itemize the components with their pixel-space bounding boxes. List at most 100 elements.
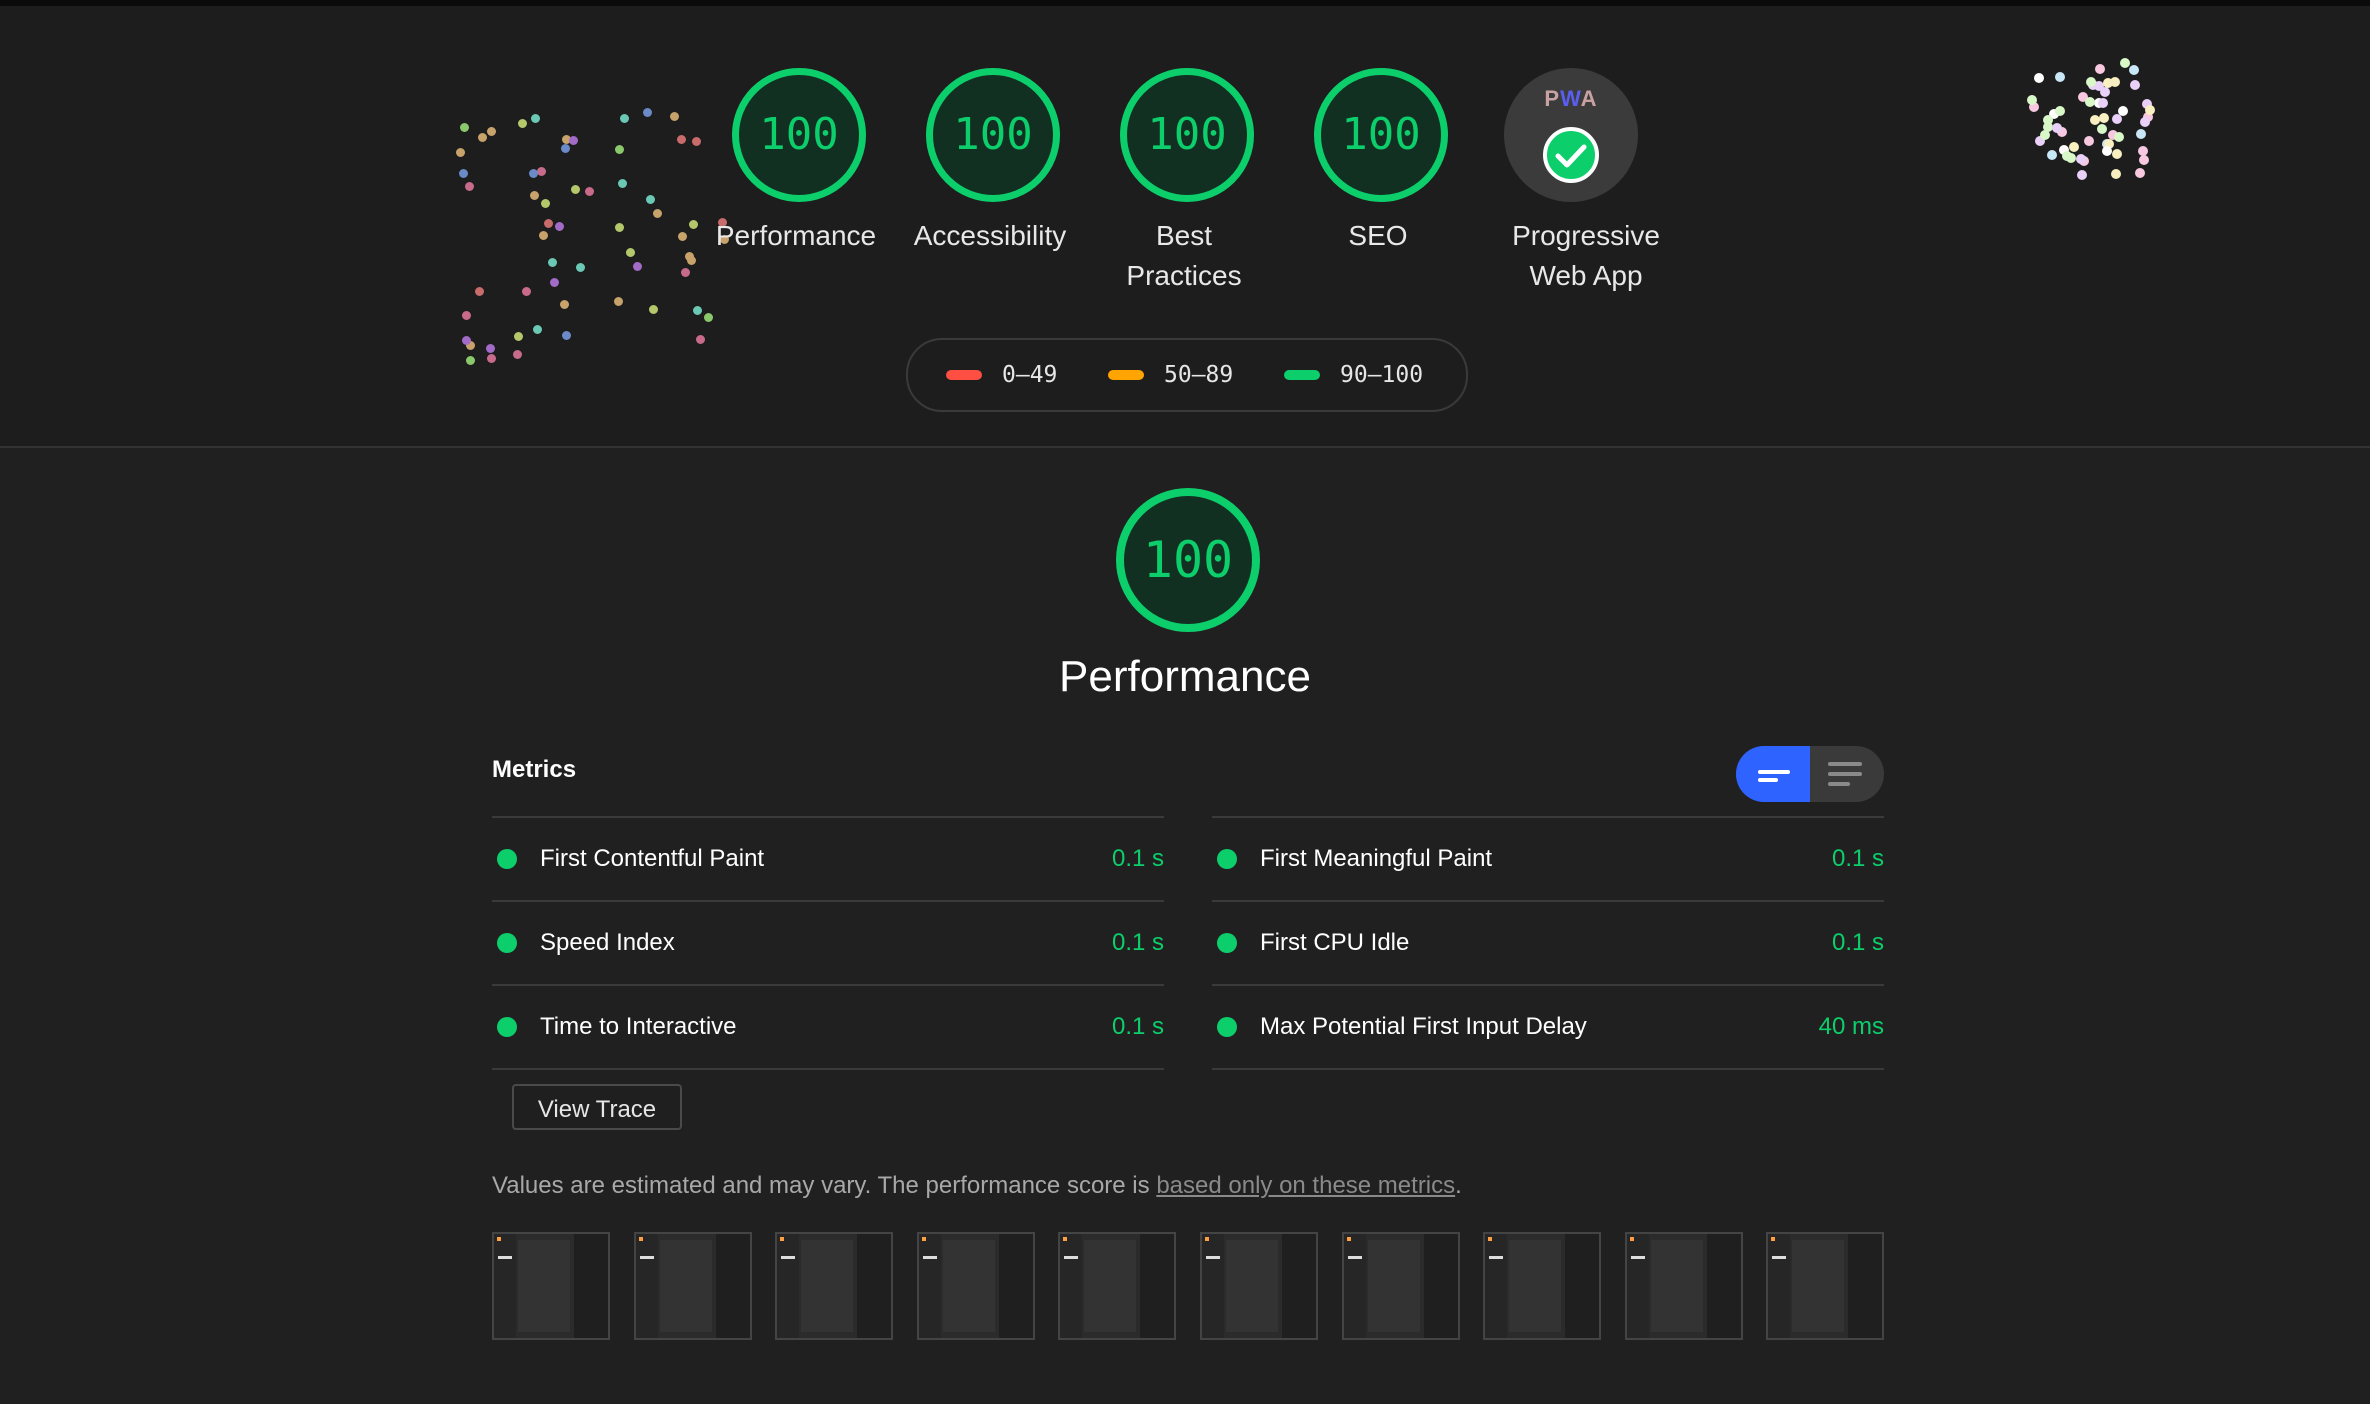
metric-value: 0.1 s (1831, 929, 1884, 956)
confetti-dot (2117, 106, 2128, 117)
score-ring: 100 (1120, 68, 1254, 202)
confetti-dot (2039, 130, 2050, 141)
confetti-dot (2077, 169, 2088, 180)
metric-name: Max Potential First Input Delay (1260, 1013, 1587, 1040)
metric-row: Max Potential First Input Delay 40 ms (1212, 984, 1884, 1070)
confetti-dot (2128, 65, 2139, 76)
confetti-dot (513, 331, 523, 341)
confetti-dot (2144, 104, 2155, 115)
confetti-dot (560, 299, 570, 309)
confetti-dot (584, 186, 594, 196)
metric-value: 0.1 s (1111, 1013, 1164, 1040)
pwa-logo: PWA (1544, 86, 1598, 111)
gauge-label: Best Practices (1126, 220, 1242, 291)
legend-label: 0–49 (1002, 362, 1058, 388)
confetti-dot (2055, 72, 2066, 83)
confetti-dot (646, 194, 656, 204)
confetti-dot (569, 136, 578, 146)
metric-value: 0.1 s (1831, 845, 1884, 872)
confetti-dot (619, 114, 629, 124)
confetti-dot (703, 312, 713, 322)
metrics-disclaimer: Values are estimated and may vary. The p… (492, 1172, 1462, 1200)
metric-name: First CPU Idle (1260, 929, 1410, 956)
filmstrip-frame (775, 1232, 894, 1340)
performance-score-value: 100 (1142, 531, 1234, 589)
confetti-dot (532, 324, 542, 334)
score-ring: 100 (926, 68, 1060, 202)
confetti-dot (455, 148, 465, 158)
legend-swatch (1108, 370, 1144, 380)
pass-indicator-icon (1217, 933, 1237, 953)
metric-value: 0.1 s (1111, 929, 1164, 956)
confetti-dot (614, 145, 624, 155)
confetti-dot (459, 122, 469, 132)
score-ring: 100 (732, 68, 866, 202)
confetti-dot (529, 191, 539, 201)
condensed-view-button[interactable] (1736, 746, 1810, 802)
confetti-decoration-right (2025, 50, 2165, 180)
gauge-label: Performance (715, 220, 877, 251)
filmstrip-frame (1341, 1232, 1460, 1340)
confetti-dot (2139, 155, 2150, 166)
confetti-dot (2090, 114, 2101, 125)
confetti-dot (2136, 128, 2147, 139)
gauge-label: Accessibility (913, 220, 1067, 251)
confetti-dot (2099, 112, 2110, 123)
confetti-dot (513, 350, 523, 360)
metric-name: Speed Index (540, 929, 675, 956)
confetti-dot (669, 111, 679, 121)
confetti-dot (2111, 168, 2121, 179)
legend-label: 90–100 (1340, 362, 1424, 388)
legend-swatch (1284, 370, 1320, 380)
filmstrip-frame (1483, 1232, 1602, 1340)
confetti-dot (486, 343, 496, 353)
confetti-dot (517, 118, 527, 128)
confetti-dot (478, 133, 488, 143)
performance-title: Performance (1059, 652, 1311, 701)
pass-indicator-icon (497, 933, 517, 953)
confetti-dot (618, 178, 628, 188)
confetti-dot (625, 247, 635, 257)
confetti-dot (2042, 115, 2053, 126)
confetti-dot (464, 181, 474, 191)
confetti-dot (548, 258, 558, 268)
confetti-dot (487, 126, 497, 136)
metric-value: 40 ms (1818, 1013, 1884, 1040)
pwa-badge: PWA (1504, 68, 1638, 202)
gauge-label: SEO (1348, 220, 1408, 251)
pass-indicator-icon (1217, 849, 1237, 869)
confetti-dot (465, 356, 475, 366)
confetti-dot (692, 137, 702, 147)
filmstrip-frame (1624, 1232, 1743, 1340)
confetti-dot (2097, 98, 2108, 109)
metric-name: First Contentful Paint (540, 845, 765, 872)
performance-score-gauge: 100 (1116, 488, 1260, 632)
metrics-view-toggle[interactable] (1736, 746, 1884, 802)
metric-row: First Meaningful Paint 0.1 s (1212, 816, 1884, 900)
confetti-dot (653, 208, 663, 218)
filmstrip-frame (916, 1232, 1035, 1340)
confetti-dot (521, 286, 531, 296)
filmstrip-frame (1766, 1232, 1885, 1340)
confetti-dot (536, 167, 546, 177)
confetti-dot (555, 221, 565, 231)
confetti-dot (2100, 87, 2111, 98)
metrics-column-right: First Meaningful Paint 0.1 s First CPU I… (1212, 816, 1884, 1070)
metric-row: First Contentful Paint 0.1 s (492, 816, 1164, 900)
confetti-dot (530, 114, 540, 124)
report-header: 100 Performance 100 Accessibility 100 Be… (0, 6, 2370, 448)
category-gauges: 100 Performance 100 Accessibility 100 Be… (706, 64, 1666, 304)
confetti-dot (529, 169, 539, 179)
confetti-dot (695, 335, 705, 345)
confetti-dot (560, 144, 570, 153)
expanded-view-button[interactable] (1810, 746, 1884, 802)
confetti-dot (2055, 105, 2066, 116)
view-trace-button[interactable]: View Trace (512, 1084, 682, 1130)
confetti-dot (541, 198, 551, 208)
legend-item-fail: 0–49 (946, 340, 1057, 410)
filmstrip-frame (1058, 1232, 1177, 1340)
confetti-dot (2084, 96, 2095, 107)
score-legend: 0–49 50–89 90–100 (906, 338, 1468, 412)
gauge-label: Progressive Web App (1512, 220, 1660, 291)
scoring-docs-link[interactable]: based only on these metrics (1156, 1172, 1455, 1199)
